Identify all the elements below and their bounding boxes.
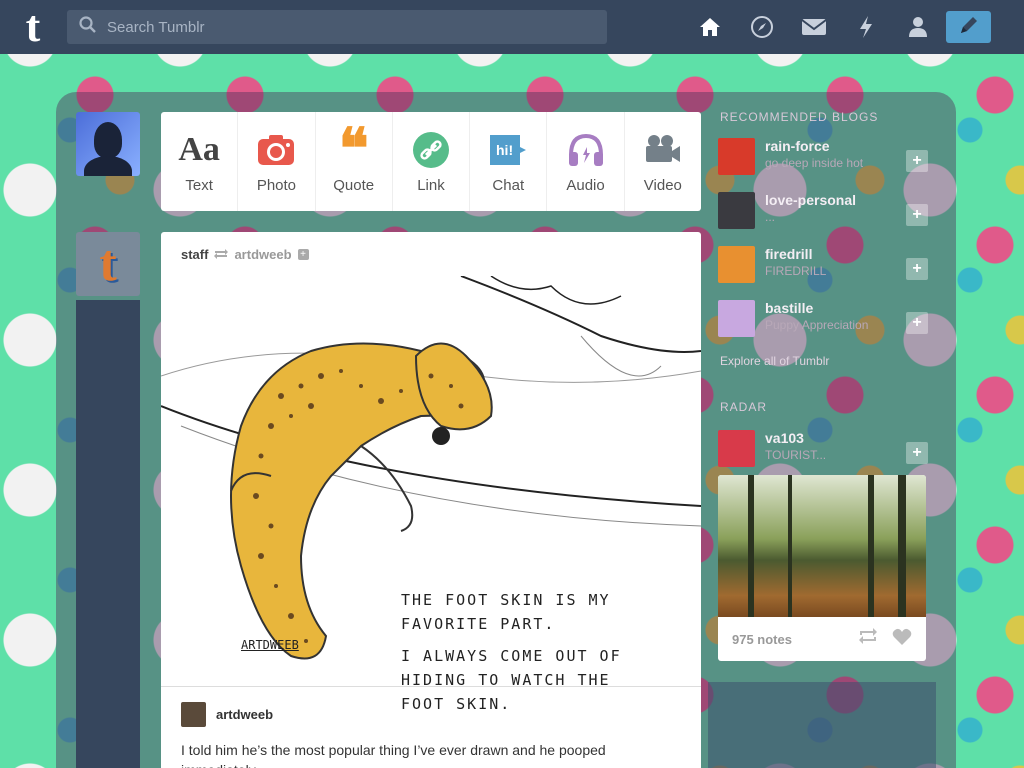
post-card: staff artdweeb + THE FOOT SKIN IS MY FAV… bbox=[161, 232, 701, 768]
follow-plus-icon[interactable]: + bbox=[906, 442, 928, 464]
blog-avatar[interactable] bbox=[718, 246, 755, 283]
text-icon: Aa bbox=[178, 131, 220, 168]
search-input[interactable]: Search Tumblr bbox=[67, 10, 607, 44]
blog-avatar[interactable] bbox=[718, 138, 755, 175]
post-audio-button[interactable]: Audio bbox=[547, 112, 625, 211]
staff-avatar[interactable]: t bbox=[76, 232, 140, 296]
user-avatar[interactable] bbox=[76, 112, 140, 176]
recommended-blog-item[interactable]: bastille Puppy Appreciation + bbox=[718, 300, 928, 346]
post-text-button[interactable]: Aa Text bbox=[161, 112, 239, 211]
notes-count[interactable]: 975 notes bbox=[732, 632, 792, 647]
explore-icon[interactable] bbox=[736, 12, 788, 42]
compose-button[interactable] bbox=[946, 11, 991, 43]
camera-icon bbox=[257, 129, 295, 171]
explore-link[interactable]: Explore all of Tumblr bbox=[720, 354, 829, 368]
post-chat-button[interactable]: hi! Chat bbox=[470, 112, 548, 211]
reblog-icon bbox=[214, 247, 229, 262]
sidebar-bottom-strip bbox=[708, 682, 936, 768]
recommended-blog-item[interactable]: love-personal... + bbox=[718, 192, 928, 238]
post-quote-button[interactable]: ❝ Quote bbox=[316, 112, 393, 211]
radar-post-footer: 975 notes bbox=[718, 617, 926, 661]
chat-icon: hi! bbox=[488, 129, 528, 171]
inbox-icon[interactable] bbox=[788, 12, 840, 42]
search-icon bbox=[79, 16, 99, 38]
reblog-icon[interactable] bbox=[858, 627, 878, 651]
author-avatar[interactable] bbox=[181, 702, 206, 727]
svg-text:hi!: hi! bbox=[496, 142, 513, 158]
blog-avatar[interactable] bbox=[718, 430, 755, 467]
follow-plus-icon[interactable]: + bbox=[906, 258, 928, 280]
recommended-title: RECOMMENDED BLOGS bbox=[720, 110, 879, 124]
artist-signature: ARTDWEEB bbox=[241, 638, 299, 652]
recommended-blog-item[interactable]: firedrill FIREDRILL + bbox=[718, 246, 928, 292]
recommended-blog-item[interactable]: rain-force go deep inside hot + bbox=[718, 138, 928, 184]
post-header: staff artdweeb + bbox=[181, 247, 309, 262]
search-placeholder: Search Tumblr bbox=[107, 18, 205, 36]
follow-plus-icon[interactable]: + bbox=[906, 150, 928, 172]
forest-photo[interactable] bbox=[718, 475, 926, 617]
headphones-icon bbox=[567, 129, 605, 171]
radar-post-card[interactable]: 975 notes bbox=[718, 475, 926, 661]
link-icon bbox=[412, 129, 450, 171]
tumblr-logo[interactable]: t bbox=[14, 5, 52, 49]
camcorder-icon bbox=[644, 129, 682, 171]
activity-icon[interactable] bbox=[840, 12, 892, 42]
pencil-icon bbox=[958, 14, 980, 41]
post-video-button[interactable]: Video bbox=[625, 112, 701, 211]
account-icon[interactable] bbox=[892, 12, 944, 42]
avatar-column bbox=[76, 300, 140, 768]
quote-icon: ❝ bbox=[338, 119, 369, 181]
follow-plus-icon[interactable]: + bbox=[906, 312, 928, 334]
radar-blog-item[interactable]: va103 TOURIST... + bbox=[718, 430, 928, 476]
follow-plus-icon[interactable]: + bbox=[297, 249, 309, 260]
follow-plus-icon[interactable]: + bbox=[906, 204, 928, 226]
blog-avatar[interactable] bbox=[718, 192, 755, 229]
art-caption: THE FOOT SKIN IS MY FAVORITE PART. I ALW… bbox=[401, 591, 622, 713]
post-photo-button[interactable]: Photo bbox=[238, 112, 316, 211]
recommended-blogs: RECOMMENDED BLOGS rain-force go deep insi… bbox=[718, 108, 928, 468]
post-link-button[interactable]: Link bbox=[393, 112, 471, 211]
source-blog-link[interactable]: artdweeb bbox=[234, 247, 291, 262]
reblogger-link[interactable]: staff bbox=[181, 247, 208, 262]
home-icon[interactable] bbox=[684, 12, 736, 42]
blog-avatar[interactable] bbox=[718, 300, 755, 337]
like-heart-icon[interactable] bbox=[892, 628, 912, 651]
post-author[interactable]: artdweeb bbox=[181, 702, 273, 727]
gecko-illustration: THE FOOT SKIN IS MY FAVORITE PART. I ALW… bbox=[161, 275, 701, 713]
top-navigation-bar: t Search Tumblr bbox=[0, 0, 1024, 54]
radar-title: RADAR bbox=[720, 400, 768, 414]
author-name[interactable]: artdweeb bbox=[216, 707, 273, 722]
post-divider bbox=[161, 686, 701, 687]
post-type-bar: Aa Text Photo ❝ Quote Link hi! Chat Audi… bbox=[161, 112, 701, 211]
post-body-text: I told him he’s the most popular thing I… bbox=[181, 742, 606, 768]
